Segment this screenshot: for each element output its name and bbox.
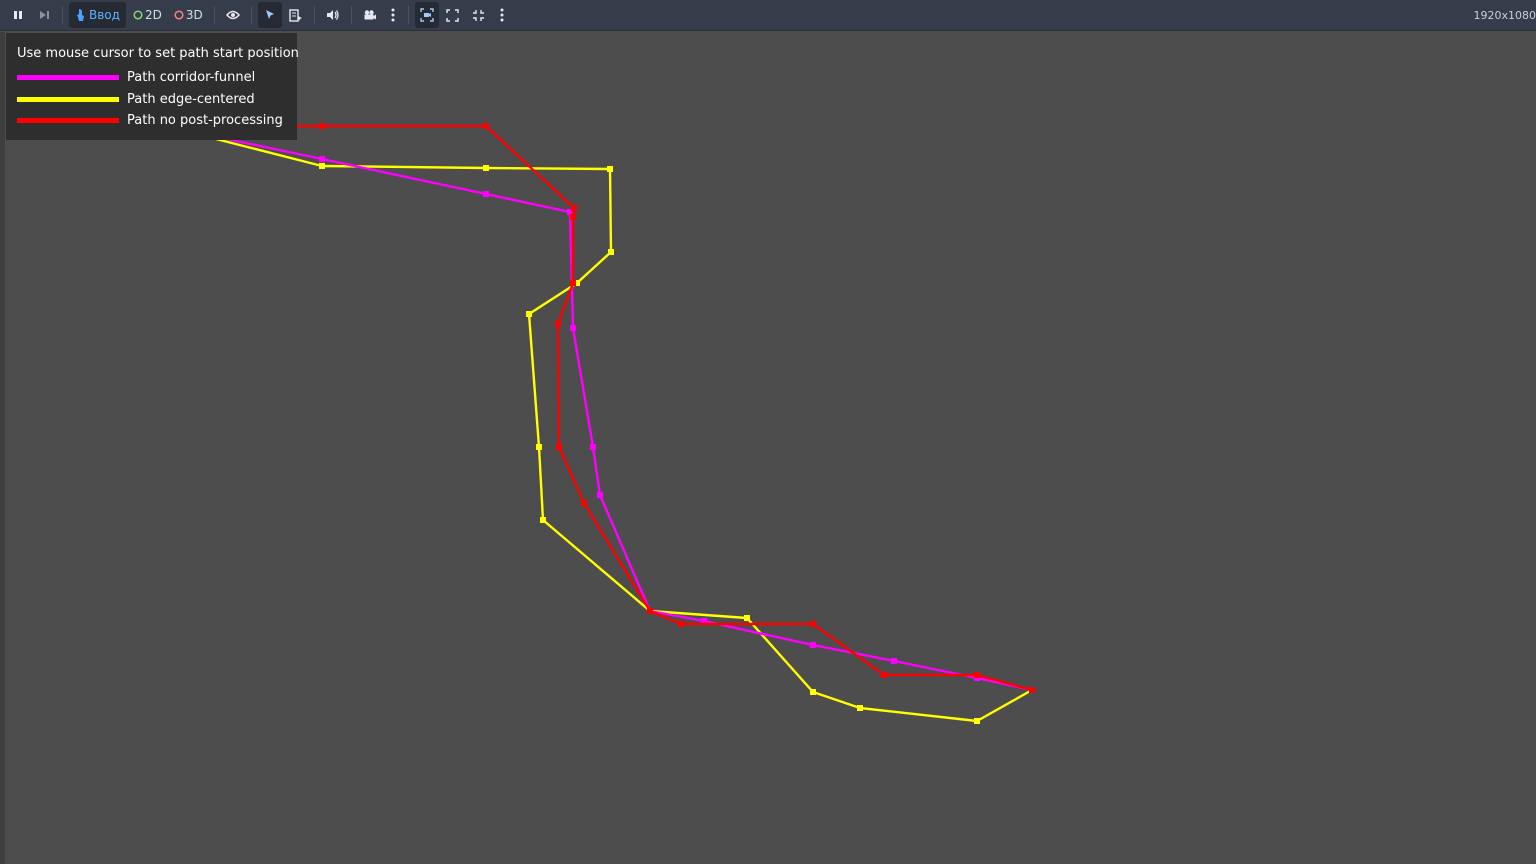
path-no-post-processing-vertex xyxy=(556,444,562,450)
path-corridor-funnel xyxy=(162,123,1035,693)
list-select-icon xyxy=(289,8,303,22)
fullscreen-expand-button[interactable] xyxy=(441,2,465,28)
legend-label: Path edge-centered xyxy=(127,91,255,107)
path-corridor-funnel-vertex xyxy=(590,444,596,450)
resolution-readout: 1920x1080 xyxy=(1473,9,1536,22)
node-3d-icon xyxy=(174,10,184,20)
input-mode-button[interactable]: Ввод xyxy=(69,2,126,28)
path-edge-centered-vertex xyxy=(857,705,863,711)
path-edge-centered-vertex xyxy=(744,615,750,621)
legend-title: Use mouse cursor to set path start posit… xyxy=(17,46,299,61)
path-edge-centered-vertex xyxy=(974,718,980,724)
path-corridor-funnel-vertex xyxy=(483,191,489,197)
mode-2d-button[interactable]: 2D xyxy=(128,2,167,28)
path-no-post-processing-vertex xyxy=(810,621,816,627)
legend-swatch-edge-centered xyxy=(17,96,119,102)
toolbar-separator xyxy=(250,6,252,24)
path-corridor-funnel-vertex xyxy=(891,658,897,664)
path-edge-centered-vertex xyxy=(483,165,489,171)
path-edge-centered-vertex xyxy=(810,689,816,695)
path-edge-centered-vertex xyxy=(526,311,532,317)
path-edge-centered-vertex xyxy=(319,163,325,169)
path-corridor-funnel-vertex xyxy=(570,325,576,331)
path-edge-centered-vertex xyxy=(536,444,542,450)
legend-swatch-corridor-funnel xyxy=(17,75,119,81)
legend-label: Path corridor-funnel xyxy=(127,70,256,86)
select-button[interactable] xyxy=(257,2,282,28)
path-corridor-funnel-line xyxy=(164,124,1033,692)
path-no-post-processing-vertex xyxy=(1029,687,1035,693)
mode-2d-label: 2D xyxy=(144,8,162,22)
more-vertical-icon xyxy=(500,8,504,22)
input-pointer-icon xyxy=(75,8,87,22)
toolbar-separator xyxy=(213,6,215,24)
node-2d-icon xyxy=(133,10,143,20)
legend-item-edge-centered: Path edge-centered xyxy=(17,89,297,111)
path-corridor-funnel-vertex xyxy=(810,642,816,648)
legend-panel: Use mouse cursor to set path start posit… xyxy=(6,33,299,140)
camera-override-button[interactable] xyxy=(414,2,439,28)
path-corridor-funnel-vertex xyxy=(597,492,603,498)
more-vertical-icon xyxy=(391,8,395,22)
fullscreen-expand-icon xyxy=(446,8,459,22)
camera-override-icon xyxy=(420,8,434,22)
path-edge-centered-vertex xyxy=(607,166,613,172)
path-no-post-processing-vertex xyxy=(974,672,980,678)
more-options-button[interactable] xyxy=(384,2,402,28)
visibility-eye-icon xyxy=(225,9,240,21)
visibility-button[interactable] xyxy=(221,2,245,28)
path-no-post-processing-vertex xyxy=(570,214,576,220)
pause-button[interactable] xyxy=(6,2,30,28)
more-options-button-2[interactable] xyxy=(493,2,511,28)
toolbar-separator xyxy=(350,6,352,24)
path-no-post-processing-vertex xyxy=(483,123,489,129)
mode-3d-label: 3D xyxy=(185,8,203,22)
game-viewport[interactable] xyxy=(0,32,1536,864)
path-edge-centered-vertex xyxy=(540,517,546,523)
path-no-post-processing-vertex xyxy=(570,280,576,286)
select-arrow-icon xyxy=(264,9,276,21)
step-forward-icon xyxy=(38,9,50,21)
editor-toolbar: Ввод 2D 3D 1920x1080 xyxy=(0,0,1536,31)
path-no-post-processing-vertex xyxy=(319,123,325,129)
path-no-post-processing-vertex xyxy=(571,205,577,211)
path-no-post-processing-vertex xyxy=(647,608,653,614)
camera-button[interactable] xyxy=(358,2,382,28)
path-no-post-processing xyxy=(162,123,1035,693)
pause-icon xyxy=(12,9,24,21)
input-mode-label: Ввод xyxy=(89,8,120,22)
path-corridor-funnel-vertex xyxy=(319,156,325,162)
path-no-post-processing-vertex xyxy=(678,621,684,627)
camera-icon xyxy=(363,9,377,21)
path-no-post-processing-line xyxy=(165,124,1033,692)
step-forward-button[interactable] xyxy=(32,2,56,28)
path-no-post-processing-vertex xyxy=(881,672,887,678)
path-edge-centered xyxy=(162,123,1035,724)
audio-button[interactable] xyxy=(321,2,345,28)
audio-speaker-icon xyxy=(326,9,340,21)
path-no-post-processing-vertex xyxy=(555,321,561,327)
mode-3d-button[interactable]: 3D xyxy=(169,2,208,28)
path-edge-centered-line xyxy=(164,124,1033,723)
legend-item-corridor-funnel: Path corridor-funnel xyxy=(17,67,297,89)
toolbar-separator xyxy=(407,6,409,24)
path-no-post-processing-vertex xyxy=(581,500,587,506)
toolbar-separator xyxy=(313,6,315,24)
legend-swatch-no-post-processing xyxy=(17,118,119,124)
legend-item-no-post-processing: Path no post-processing xyxy=(17,110,297,132)
legend-label: Path no post-processing xyxy=(127,113,283,129)
fullscreen-collapse-button[interactable] xyxy=(467,2,491,28)
fullscreen-collapse-icon xyxy=(472,9,485,22)
toolbar-separator xyxy=(62,6,63,24)
path-edge-centered-vertex xyxy=(608,249,614,255)
list-select-button[interactable] xyxy=(284,2,308,28)
